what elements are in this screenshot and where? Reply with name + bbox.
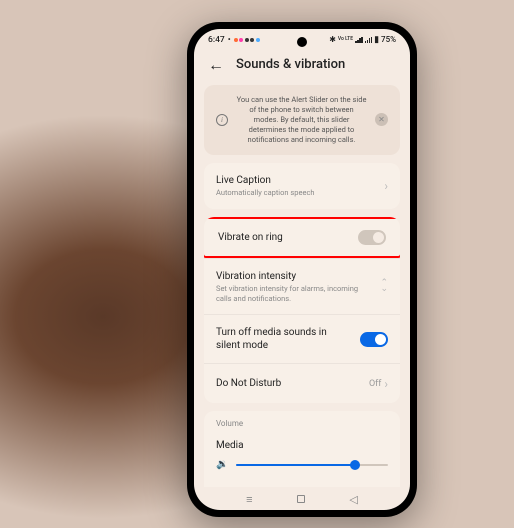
info-text: You can use the Alert Slider on the side… — [236, 95, 367, 146]
info-banner: i You can use the Alert Slider on the si… — [204, 85, 400, 156]
nav-home-icon[interactable] — [297, 495, 305, 503]
live-caption-subtitle: Automatically caption speech — [216, 188, 376, 198]
back-arrow-icon[interactable]: ← — [208, 55, 224, 75]
silent-media-row[interactable]: Turn off media sounds in silent mode — [204, 314, 400, 363]
live-caption-row[interactable]: Live Caption Automatically caption speec… — [204, 163, 400, 209]
silent-media-title: Turn off media sounds in silent mode — [216, 326, 352, 352]
nav-back-icon[interactable]: ◁ — [349, 493, 357, 506]
dnd-title: Do Not Disturb — [216, 377, 361, 390]
close-icon[interactable]: ✕ — [375, 113, 388, 126]
camera-notch — [297, 37, 307, 47]
signal-icon — [355, 36, 363, 43]
phone-frame: 6:47 • ✱ Vo LTE ▮ — [187, 22, 417, 517]
page-header: ← Sounds & vibration — [194, 47, 410, 85]
nav-recent-icon[interactable]: ≡ — [246, 493, 252, 506]
info-icon: i — [216, 114, 228, 126]
vibrate-on-ring-toggle[interactable] — [358, 230, 386, 245]
vibration-intensity-subtitle: Set vibration intensity for alarms, inco… — [216, 284, 372, 304]
status-bullet-icon: • — [228, 35, 231, 45]
page-title: Sounds & vibration — [236, 57, 345, 72]
battery-icon: ▮ — [374, 35, 379, 45]
navigation-bar: ≡ ◁ — [194, 487, 410, 510]
chevron-right-icon: › — [384, 179, 388, 193]
do-not-disturb-row[interactable]: Do Not Disturb Off › — [204, 363, 400, 403]
signal-icon-2 — [365, 36, 373, 43]
vibrate-on-ring-row[interactable]: Vibrate on ring — [204, 217, 400, 258]
silent-media-toggle[interactable] — [360, 332, 388, 347]
media-volume-slider[interactable] — [236, 464, 388, 467]
chevron-right-icon: › — [384, 377, 388, 391]
speaker-icon: 🔉 — [216, 459, 228, 470]
media-volume-row: Media 🔉 — [204, 432, 400, 482]
network-label: Vo LTE — [338, 37, 353, 42]
vibrate-on-ring-title: Vibrate on ring — [218, 231, 350, 244]
vibration-intensity-row[interactable]: Vibration intensity Set vibration intens… — [204, 258, 400, 315]
updown-icon: ⌃⌄ — [380, 281, 388, 292]
live-caption-title: Live Caption — [216, 174, 376, 187]
dnd-value: Off — [369, 379, 381, 389]
bluetooth-icon: ✱ — [329, 35, 336, 44]
status-time: 6:47 — [208, 35, 225, 45]
vibration-intensity-title: Vibration intensity — [216, 270, 372, 283]
phone-screen: 6:47 • ✱ Vo LTE ▮ — [194, 29, 410, 510]
volume-section-label: Volume — [204, 411, 400, 432]
media-volume-title: Media — [216, 440, 388, 451]
battery-percent: 75% — [381, 35, 396, 44]
status-app-dots — [234, 38, 260, 42]
